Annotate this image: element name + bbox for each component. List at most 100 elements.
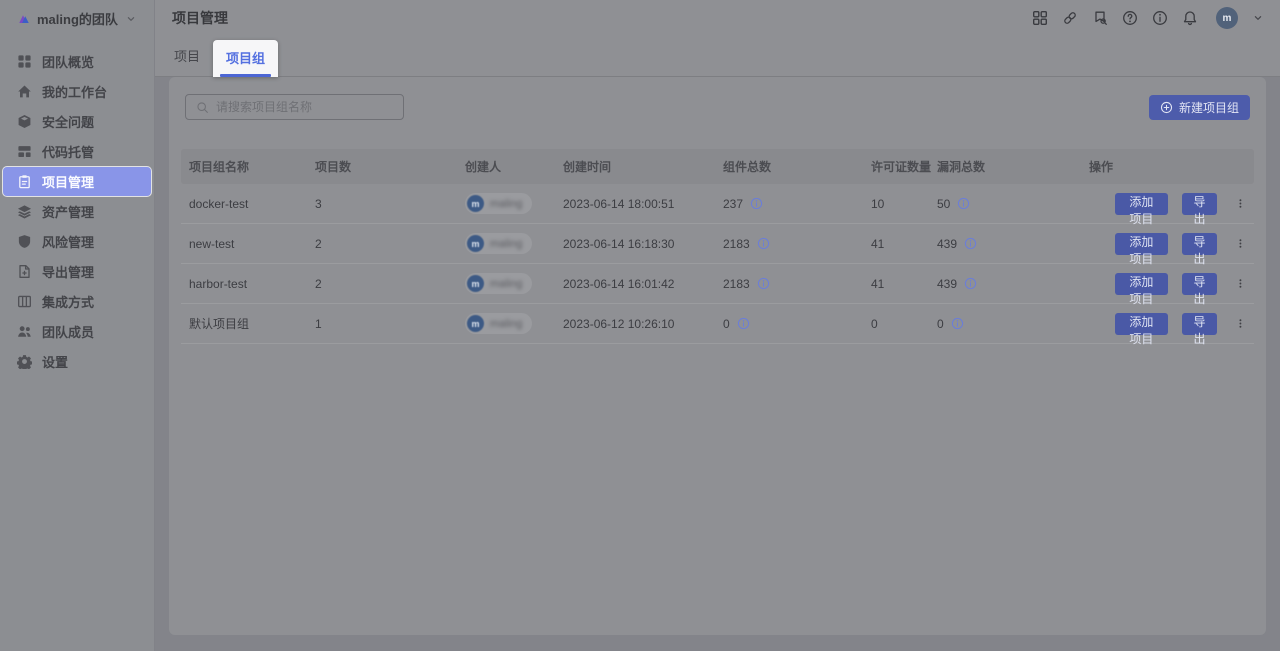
- info-icon[interactable]: [757, 277, 770, 290]
- layers-icon: [17, 204, 32, 219]
- created-time-cell: 2023-06-14 18:00:51: [563, 197, 723, 211]
- info-icon[interactable]: [750, 197, 763, 210]
- project-count-cell: 3: [315, 197, 465, 211]
- toolbar: 新建项目组: [169, 77, 1266, 120]
- group-name-cell[interactable]: 默认项目组: [189, 315, 315, 332]
- creator-cell: mmaling: [465, 313, 563, 334]
- chevron-down-icon[interactable]: [1252, 12, 1264, 24]
- team-switcher[interactable]: maling的团队: [0, 0, 154, 38]
- scan-icon[interactable]: [1092, 10, 1108, 26]
- license-count-cell: 41: [871, 277, 937, 291]
- sidebar-item-label: 安全问题: [42, 112, 94, 131]
- integration-icon: [17, 294, 32, 309]
- components-total-cell: 237: [723, 197, 871, 211]
- team-name: maling的团队: [37, 9, 118, 28]
- grid-icon: [17, 54, 32, 69]
- row-actions: 添加项目导出: [1089, 313, 1246, 335]
- export-button[interactable]: 导出: [1182, 233, 1217, 255]
- file-export-icon: [17, 264, 32, 279]
- row-menu-button[interactable]: [1235, 196, 1246, 211]
- info-icon[interactable]: [737, 317, 750, 330]
- export-button[interactable]: 导出: [1182, 313, 1217, 335]
- license-count-cell: 0: [871, 317, 937, 331]
- info-icon[interactable]: [957, 197, 970, 210]
- create-group-label: 新建项目组: [1179, 99, 1239, 116]
- project-count-cell: 2: [315, 237, 465, 251]
- creator-cell: mmaling: [465, 273, 563, 294]
- info-icon[interactable]: [757, 237, 770, 250]
- user-avatar[interactable]: m: [1216, 7, 1238, 29]
- sidebar-item-label: 资产管理: [42, 202, 94, 221]
- components-total-cell: 2183: [723, 237, 871, 251]
- value: 439: [937, 277, 957, 291]
- sidebar-item-my-workbench[interactable]: 我的工作台: [3, 77, 151, 106]
- creator-avatar: m: [467, 195, 484, 212]
- app-root: maling的团队 团队概览我的工作台安全问题代码托管项目管理资产管理风险管理导…: [0, 0, 1280, 651]
- add-project-button[interactable]: 添加项目: [1115, 273, 1168, 295]
- row-menu-button[interactable]: [1235, 316, 1246, 331]
- add-project-button[interactable]: 添加项目: [1115, 233, 1168, 255]
- row-menu-button[interactable]: [1235, 276, 1246, 291]
- apps-grid-icon[interactable]: [1032, 10, 1048, 26]
- info-icon[interactable]: [964, 237, 977, 250]
- plus-circle-icon: [1160, 101, 1173, 114]
- search-input[interactable]: [216, 100, 393, 114]
- creator-badge: mmaling: [465, 233, 532, 254]
- created-time-cell: 2023-06-14 16:18:30: [563, 237, 723, 251]
- sidebar-item-settings[interactable]: 设置: [3, 347, 151, 376]
- sidebar-item-team-overview[interactable]: 团队概览: [3, 47, 151, 76]
- sidebar-item-export-management[interactable]: 导出管理: [3, 257, 151, 286]
- link-icon[interactable]: [1062, 10, 1078, 26]
- sidebar-item-team-members[interactable]: 团队成员: [3, 317, 151, 346]
- sidebar-item-code-hosting[interactable]: 代码托管: [3, 137, 151, 166]
- value: 439: [937, 237, 957, 251]
- table-row: harbor-test2mmaling2023-06-14 16:01:4221…: [181, 264, 1254, 304]
- sidebar: maling的团队 团队概览我的工作台安全问题代码托管项目管理资产管理风险管理导…: [0, 0, 155, 651]
- info-icon[interactable]: [951, 317, 964, 330]
- search-icon: [196, 101, 209, 114]
- sidebar-item-label: 集成方式: [42, 292, 94, 311]
- creator-badge: mmaling: [465, 273, 532, 294]
- table-body: docker-test3mmaling2023-06-14 18:00:5123…: [181, 184, 1254, 344]
- value: 2183: [723, 237, 750, 251]
- vulnerability-total-cell: 50: [937, 197, 1089, 211]
- creator-avatar: m: [467, 275, 484, 292]
- main-area: 项目管理 m 项目项目组 新建项目组 项目组名称项目数创建人创建时间组件总: [155, 0, 1280, 651]
- sidebar-item-label: 代码托管: [42, 142, 94, 161]
- group-name-cell[interactable]: harbor-test: [189, 277, 315, 291]
- export-button[interactable]: 导出: [1182, 193, 1217, 215]
- column-header: 许可证数量: [871, 158, 937, 175]
- group-name-cell[interactable]: docker-test: [189, 197, 315, 211]
- table-row: new-test2mmaling 2023-06-14 16:18:302183 4…: [181, 224, 1254, 264]
- home-icon: [17, 84, 32, 99]
- sidebar-item-risk-management[interactable]: 风险管理: [3, 227, 151, 256]
- info-icon[interactable]: [964, 277, 977, 290]
- row-menu-button[interactable]: [1235, 236, 1246, 251]
- clipboard-icon: [17, 174, 32, 189]
- creator-cell: mmaling: [465, 193, 563, 214]
- help-icon[interactable]: [1122, 10, 1138, 26]
- tab-projects[interactable]: 项目: [172, 38, 202, 76]
- sidebar-item-project-management[interactable]: 项目管理: [3, 167, 151, 196]
- vulnerability-total-cell: 0: [937, 317, 1089, 331]
- project-count-cell: 1: [315, 317, 465, 331]
- value: 2183: [723, 277, 750, 291]
- export-button[interactable]: 导出: [1182, 273, 1217, 295]
- group-name-cell[interactable]: new-test: [189, 237, 315, 251]
- search-input-wrapper: [185, 94, 404, 120]
- creator-name-redacted: maling: [490, 278, 522, 290]
- sidebar-item-integration[interactable]: 集成方式: [3, 287, 151, 316]
- create-group-button[interactable]: 新建项目组: [1149, 95, 1250, 120]
- components-total-cell: 0: [723, 317, 871, 331]
- sidebar-item-asset-management[interactable]: 资产管理: [3, 197, 151, 226]
- tab-project-groups[interactable]: 项目组: [213, 40, 278, 77]
- topbar-actions: m: [1032, 7, 1264, 29]
- table-row: 默认项目组1mmaling2023-06-12 10:26:10000添加项目导…: [181, 304, 1254, 344]
- add-project-button[interactable]: 添加项目: [1115, 313, 1168, 335]
- creator-cell: mmaling: [465, 233, 563, 254]
- info-icon[interactable]: [1152, 10, 1168, 26]
- add-project-button[interactable]: 添加项目: [1115, 193, 1168, 215]
- sidebar-item-security-issues[interactable]: 安全问题: [3, 107, 151, 136]
- sidebar-item-label: 项目管理: [42, 172, 94, 191]
- bell-icon[interactable]: [1182, 10, 1198, 26]
